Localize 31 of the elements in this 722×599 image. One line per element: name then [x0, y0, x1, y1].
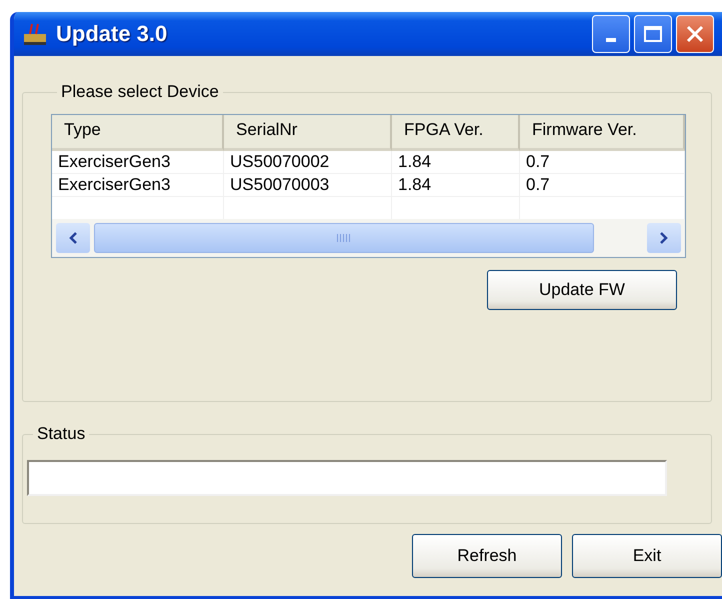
grip-icon — [337, 233, 351, 243]
column-header[interactable]: FPGA Ver. — [392, 115, 520, 151]
minimize-icon — [606, 38, 616, 42]
table-cell: 0.7 — [520, 151, 685, 174]
table-cell: 1.84 — [392, 174, 520, 197]
table-cell: US50070003 — [224, 174, 392, 197]
minimize-button[interactable] — [592, 15, 630, 53]
update-fw-button[interactable]: Update FW — [487, 270, 677, 310]
dialog-button[interactable]: Refresh — [412, 534, 562, 578]
app-icon — [22, 21, 48, 47]
table-cell: 1.84 — [392, 151, 520, 174]
window-title: Update 3.0 — [56, 21, 168, 47]
table-cell: ExerciserGen3 — [52, 174, 224, 197]
column-header[interactable]: SerialNr — [224, 115, 392, 151]
column-header[interactable]: Firmware Ver. — [520, 115, 685, 151]
column-header[interactable]: Type — [52, 115, 224, 151]
scroll-right-button[interactable] — [647, 223, 681, 253]
table-cell: US50070002 — [224, 151, 392, 174]
close-button[interactable] — [676, 15, 714, 53]
status-field[interactable] — [27, 460, 667, 496]
table-cell: 0.7 — [520, 174, 685, 197]
maximize-button[interactable] — [634, 15, 672, 53]
scroll-left-button[interactable] — [56, 223, 90, 253]
maximize-icon — [643, 25, 663, 43]
group-label: Please select Device — [60, 82, 220, 102]
group-label: Status — [36, 424, 86, 444]
scroll-thumb[interactable] — [94, 223, 594, 253]
horizontal-scrollbar[interactable] — [52, 219, 685, 257]
dialog-button[interactable]: Exit — [572, 534, 722, 578]
table-cell: ExerciserGen3 — [52, 151, 224, 174]
close-icon — [685, 24, 705, 44]
